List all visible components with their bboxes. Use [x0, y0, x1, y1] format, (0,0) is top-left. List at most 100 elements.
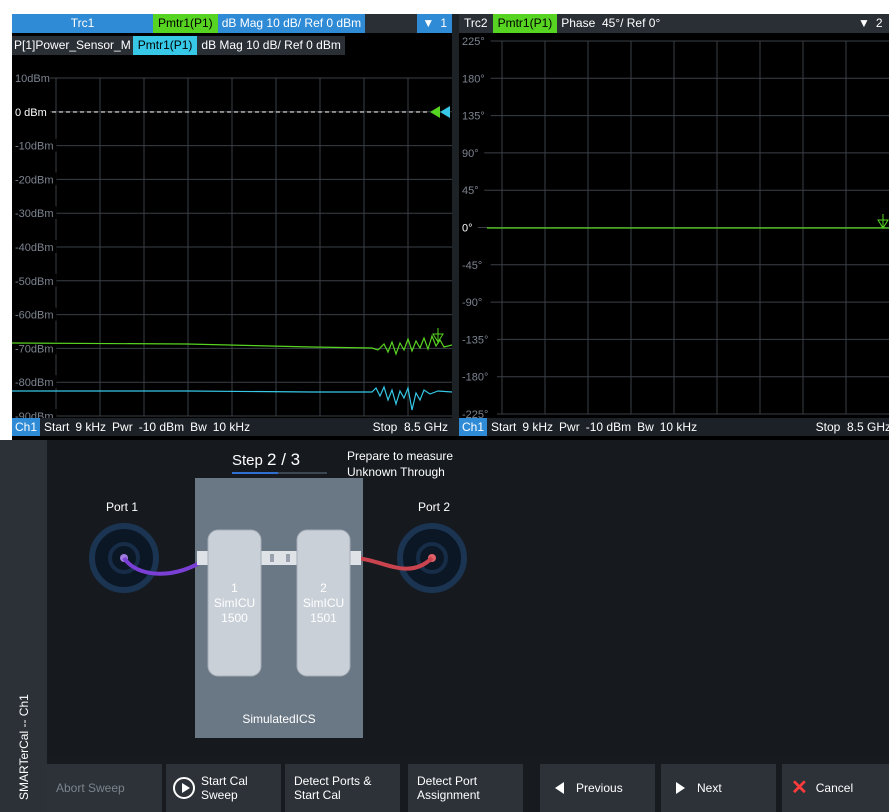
y-axis-label: 225°	[462, 36, 485, 48]
trace-menu[interactable]: ▼ 1	[417, 14, 452, 33]
channel-tag[interactable]: Ch1	[12, 418, 41, 436]
unit-name: SimICU	[302, 596, 345, 610]
diagram-left[interactable]: Trc1 Pmtr1(P1) dB Mag 10 dB/ Ref 0 dBm ▼ 1 …	[12, 14, 452, 436]
y-axis-label: 180°	[462, 73, 485, 85]
trace-name[interactable]: Trc1	[12, 14, 153, 33]
through-connector	[260, 551, 298, 565]
calibration-canvas: Step 2 / 3 Prepare to measure Unknown Th…	[47, 440, 889, 758]
connection-diagram	[89, 478, 467, 738]
trace-header-trc1[interactable]: Trc1 Pmtr1(P1) dB Mag 10 dB/ Ref 0 dBm ▼ 1	[12, 14, 452, 33]
plot-area[interactable]: 10dBm 0 dBm -10dBm -20dBm -30dBm -40dBm -50dBm…	[12, 58, 452, 418]
detect-ports-start-cal-button[interactable]: Detect Ports & Start Cal	[285, 764, 400, 812]
unit-id: 1501	[310, 611, 337, 625]
y-axis-label: 10dBm	[15, 73, 50, 85]
y-axis-label: 0 dBm	[15, 107, 47, 119]
button-line1: Detect Ports &	[294, 774, 372, 788]
screen-top-border	[0, 0, 889, 14]
plot-area[interactable]: 225° 180° 135° 90° 45° 0° -45° -90° -135° -180° -2…	[459, 36, 889, 418]
previous-label: Previous	[576, 781, 623, 795]
bw-label: Bw	[190, 420, 207, 434]
ref-marker-green-icon[interactable]	[430, 106, 440, 118]
marker-icon[interactable]	[877, 214, 889, 229]
stop-value[interactable]: 8.5 GHz	[404, 420, 448, 434]
abort-sweep-button[interactable]: Abort Sweep	[47, 764, 162, 812]
next-label: Next	[697, 781, 722, 795]
cal-unit-2-label: 2 SimICU 1501	[297, 581, 350, 626]
trace-tag[interactable]: Pmtr1(P1)	[132, 36, 198, 55]
cal-unit-1-label: 1 SimICU 1500	[208, 581, 261, 626]
triangle-down-icon[interactable]: ▼	[422, 14, 440, 33]
trace-format[interactable]: Phase	[561, 14, 595, 33]
connector-left	[197, 551, 209, 565]
trace-menu[interactable]: ▼ 2	[853, 14, 889, 33]
ref-marker-cyan-icon[interactable]	[440, 106, 450, 118]
pwr-value[interactable]: -10 dBm	[139, 420, 184, 434]
start-label: Start	[491, 420, 517, 434]
marker-icon[interactable]	[432, 328, 444, 343]
screen-left-border	[0, 0, 12, 440]
stop-value[interactable]: 8.5 GHz	[847, 420, 889, 434]
channel-bar[interactable]: Ch1 Start 9 kHz Pwr -10 dBm Bw 10 kHz Stop 8.5…	[12, 418, 452, 436]
trace-format[interactable]: dB Mag	[201, 36, 242, 55]
previous-button[interactable]: Previous	[540, 764, 655, 812]
button-line2: Start Cal	[294, 788, 341, 802]
trace-header-power-sensor[interactable]: P[1]Power_Sensor_M Pmtr1(P1) dB Mag 10 dB/…	[12, 36, 345, 55]
smartercal-side-tab[interactable]: SMARTerCal -- Ch1	[0, 440, 47, 812]
cal-group-label: SimulatedICS	[242, 712, 316, 726]
bw-value[interactable]: 10 kHz	[213, 420, 250, 434]
unit-number: 2	[320, 581, 327, 595]
connector-detail	[270, 554, 274, 562]
smartercal-panel: SMARTerCal -- Ch1 Step 2 / 3 Prepare to …	[0, 440, 889, 812]
trace-format[interactable]: dB Mag	[222, 14, 263, 33]
trace-tag[interactable]: Pmtr1(P1)	[492, 14, 558, 33]
diagram-right[interactable]: Trc2 Pmtr1(P1) Phase 45°/ Ref 0° ▼ 2 225° 18…	[459, 14, 889, 436]
unit-name: SimICU	[213, 596, 256, 610]
trace-name[interactable]: P[1]Power_Sensor_M	[12, 36, 133, 55]
start-value[interactable]: 9 kHz	[522, 420, 553, 434]
grid	[12, 77, 452, 417]
abort-sweep-label: Abort Sweep	[56, 781, 125, 795]
unit-id: 1500	[221, 611, 248, 625]
y-axis-label: -80dBm	[15, 377, 54, 389]
y-axis-label: -60dBm	[15, 310, 54, 322]
stop-label: Stop	[815, 420, 841, 434]
y-axis-label: -135°	[462, 334, 488, 346]
y-axis-label: 90°	[462, 148, 479, 160]
trace-name[interactable]: Trc2	[459, 14, 493, 33]
y-axis-labels: 10dBm 0 dBm -10dBm -20dBm -30dBm -40dBm -50dBm…	[12, 71, 57, 418]
cancel-label: Cancel	[815, 781, 854, 795]
channel-tag[interactable]: Ch1	[459, 418, 488, 436]
pwr-value[interactable]: -10 dBm	[586, 420, 631, 434]
connector-right	[349, 551, 361, 565]
trace-number: 2	[875, 16, 883, 30]
y-axis-label: 0°	[462, 223, 473, 235]
close-icon: ✕	[791, 777, 808, 799]
y-axis-label: -30dBm	[15, 208, 54, 220]
channel-bar[interactable]: Ch1 Start 9 kHz Pwr -10 dBm Bw 10 kHz Stop 8.5…	[459, 418, 889, 436]
trace-tag[interactable]: Pmtr1(P1)	[153, 14, 218, 33]
y-axis-label: -10dBm	[15, 141, 54, 153]
pwr-label: Pwr	[559, 420, 580, 434]
start-label: Start	[44, 420, 70, 434]
bw-value[interactable]: 10 kHz	[660, 420, 697, 434]
button-line1: Detect Port	[417, 774, 478, 788]
next-button[interactable]: Next	[661, 764, 776, 812]
detect-port-assignment-button[interactable]: Detect Port Assignment	[408, 764, 523, 812]
start-cal-sweep-button[interactable]: Start Cal Sweep	[166, 764, 281, 812]
y-axis-label: -90°	[462, 297, 482, 309]
y-axis-label: -50dBm	[15, 276, 54, 288]
start-value[interactable]: 9 kHz	[75, 420, 106, 434]
arrow-right-icon	[676, 782, 685, 794]
connector-detail	[286, 554, 290, 562]
button-line2: Assignment	[417, 788, 480, 802]
trace-scale[interactable]: 10 dB/ Ref 0 dBm	[266, 14, 361, 33]
pane-divider[interactable]	[452, 14, 459, 436]
y-axis-label: -45°	[462, 260, 482, 272]
trace-header-trc2[interactable]: Trc2 Pmtr1(P1) Phase 45°/ Ref 0° ▼ 2	[459, 14, 889, 33]
trace-number: 1	[440, 16, 447, 30]
trace-scale[interactable]: 10 dB/ Ref 0 dBm	[246, 36, 341, 55]
bw-label: Bw	[637, 420, 654, 434]
triangle-down-icon[interactable]: ▼	[858, 14, 876, 33]
cancel-button[interactable]: ✕ Cancel	[782, 764, 889, 812]
trace-scale[interactable]: 45°/ Ref 0°	[602, 14, 660, 33]
